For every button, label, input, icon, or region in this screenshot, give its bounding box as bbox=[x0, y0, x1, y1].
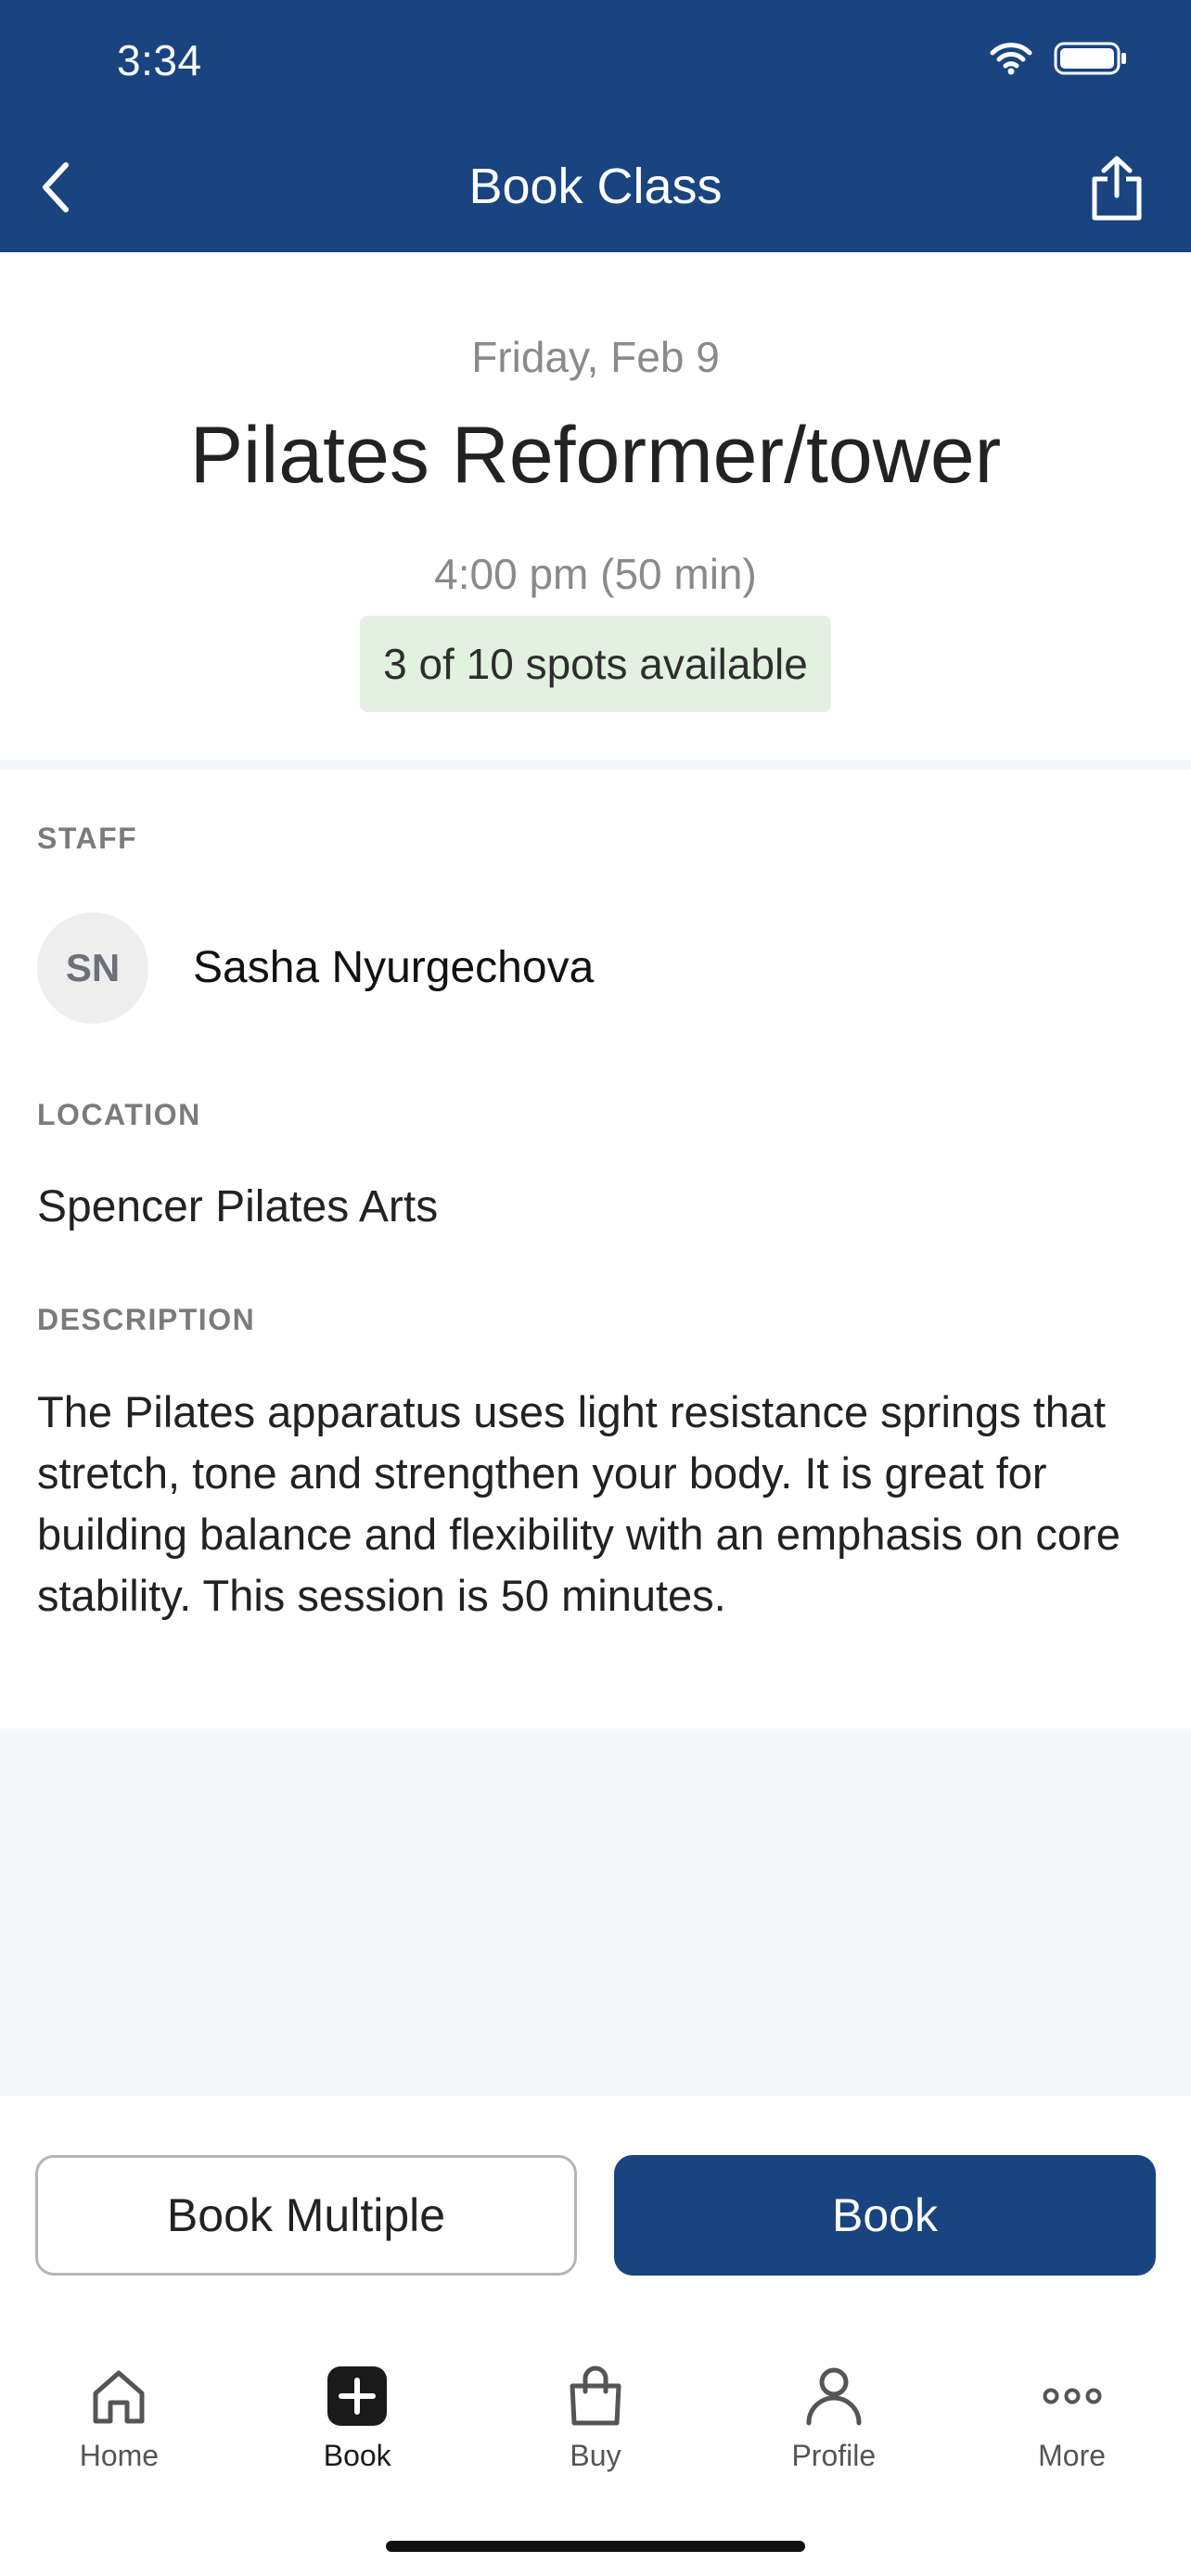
tab-label-home: Home bbox=[79, 2439, 160, 2472]
tab-book[interactable]: Book bbox=[238, 2337, 477, 2494]
staff-name[interactable]: Sasha Nyurgechova bbox=[193, 942, 594, 993]
description-section-label: DESCRIPTION bbox=[37, 1303, 256, 1336]
ellipsis-icon bbox=[1035, 2359, 1109, 2433]
tab-home[interactable]: Home bbox=[0, 2337, 238, 2494]
class-summary: Friday, Feb 9 Pilates Reformer/tower 4:0… bbox=[0, 252, 1191, 760]
class-title: Pilates Reformer/tower bbox=[189, 411, 1002, 500]
shopping-bag-icon bbox=[558, 2359, 633, 2433]
staff-section-label: STAFF bbox=[37, 822, 138, 855]
tab-label-profile: Profile bbox=[791, 2439, 877, 2472]
class-time: 4:00 pm (50 min) bbox=[434, 550, 757, 598]
tab-bar: Home Book Buy Profile More bbox=[0, 2337, 1191, 2494]
page-title: Book Class bbox=[468, 159, 723, 214]
share-icon bbox=[1092, 156, 1142, 221]
book-multiple-button[interactable]: Book Multiple bbox=[35, 2155, 577, 2276]
tab-more[interactable]: More bbox=[953, 2337, 1191, 2494]
section-divider bbox=[0, 760, 1191, 770]
app-header: 3:34 Book Class bbox=[0, 0, 1191, 252]
home-icon bbox=[82, 2359, 156, 2433]
location-name: Spencer Pilates Arts bbox=[37, 1182, 439, 1231]
share-button[interactable] bbox=[1080, 150, 1154, 226]
status-icons bbox=[989, 41, 1128, 76]
home-indicator[interactable] bbox=[386, 2541, 805, 2552]
empty-content-area bbox=[0, 1728, 1191, 2096]
battery-icon bbox=[1054, 42, 1126, 75]
tab-label-more: More bbox=[1038, 2439, 1107, 2472]
book-button[interactable]: Book bbox=[614, 2155, 1156, 2276]
spots-available-badge: 3 of 10 spots available bbox=[360, 616, 831, 712]
staff-avatar: SN bbox=[37, 912, 148, 1024]
class-date: Friday, Feb 9 bbox=[471, 333, 720, 381]
status-time: 3:34 bbox=[117, 36, 202, 84]
tab-profile[interactable]: Profile bbox=[714, 2337, 953, 2494]
location-section-label: LOCATION bbox=[37, 1098, 201, 1131]
wifi-icon bbox=[990, 43, 1032, 75]
tab-label-book: Book bbox=[323, 2439, 391, 2472]
tab-buy[interactable]: Buy bbox=[477, 2337, 715, 2494]
person-icon bbox=[797, 2359, 871, 2433]
tab-label-buy: Buy bbox=[570, 2439, 621, 2472]
class-description: The Pilates apparatus uses light resista… bbox=[37, 1387, 1121, 1620]
plus-square-icon bbox=[320, 2359, 394, 2433]
